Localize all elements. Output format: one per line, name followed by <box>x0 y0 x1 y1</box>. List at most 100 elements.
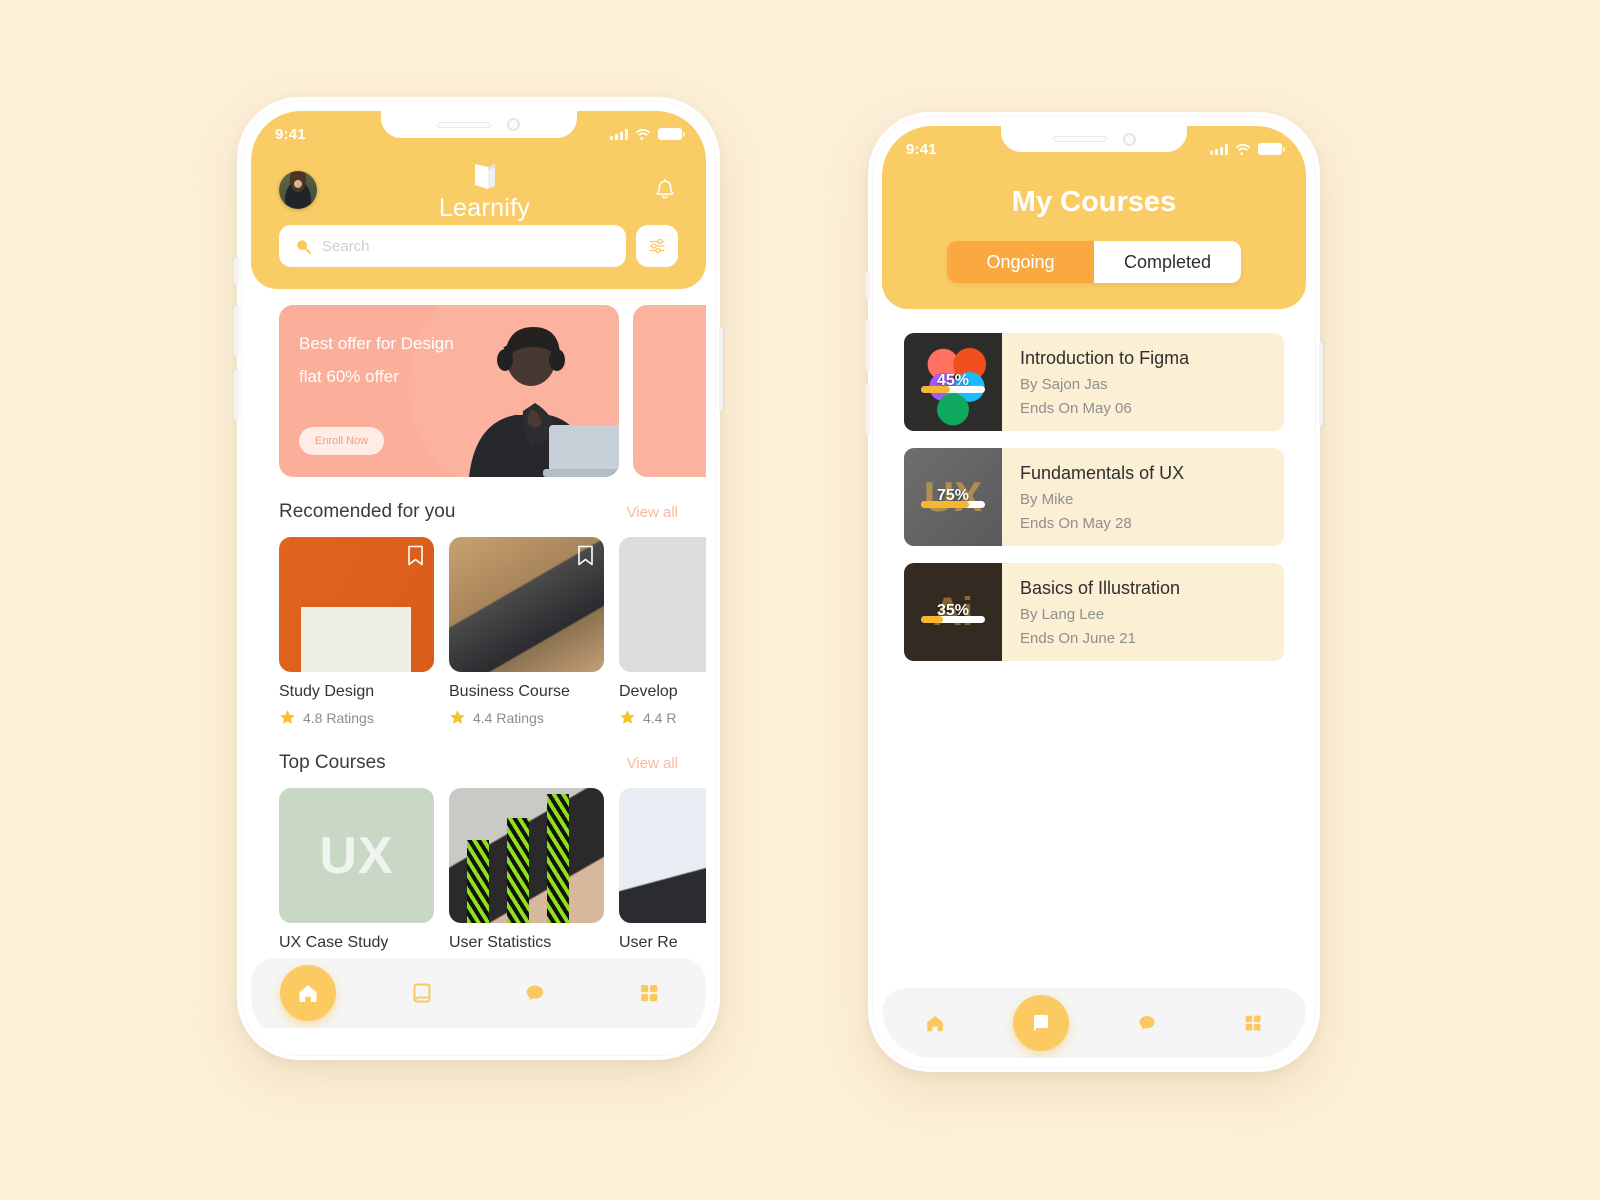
bell-icon[interactable] <box>652 177 678 203</box>
search-box[interactable] <box>279 225 626 267</box>
ux-thumb-label: UX <box>319 826 394 885</box>
course-info: Introduction to Figma By Sajon Jas Ends … <box>1002 333 1207 431</box>
recommended-view-all[interactable]: View all <box>627 504 678 521</box>
phone2-bottom-nav[interactable] <box>882 988 1306 1058</box>
phone2-screen: 9:41 My Courses Ongoing Completed 45% In… <box>882 126 1306 1058</box>
list-item[interactable]: 45% Introduction to Figma By Sajon Jas E… <box>904 333 1284 431</box>
course-title: User Statistics <box>449 934 552 951</box>
phone1-volume-down-button[interactable] <box>234 369 238 421</box>
course-card[interactable]: User Statistics <box>449 788 604 952</box>
filter-button[interactable] <box>636 225 678 267</box>
chat-bubble-icon <box>527 985 544 1000</box>
progress-bar <box>921 501 985 508</box>
promo-banner[interactable]: Best offer for Design flat 60% offer Enr… <box>279 305 619 477</box>
nav-home[interactable] <box>279 965 336 1021</box>
front-camera <box>507 118 520 131</box>
phone1-content[interactable]: Best offer for Design flat 60% offer Enr… <box>251 289 706 1028</box>
course-rating-text: 4.4 Ratings <box>473 709 544 726</box>
tab-completed[interactable]: Completed <box>1094 241 1241 283</box>
promo-line-1: Best offer for Design <box>299 334 454 353</box>
search-row <box>279 225 678 267</box>
brand: Learnify <box>439 162 530 223</box>
bookmark-icon[interactable] <box>407 545 424 566</box>
phone2-mute-button[interactable] <box>865 272 869 300</box>
nav-chat[interactable] <box>507 965 563 1021</box>
tab-ongoing[interactable]: Ongoing <box>947 241 1094 283</box>
star-icon <box>450 710 465 724</box>
course-card[interactable]: Business Course 4.4 Ratings <box>449 537 604 726</box>
course-info: Fundamentals of UX By Mike Ends On May 2… <box>1002 448 1202 546</box>
phone2-notch <box>1001 126 1187 152</box>
phone1-bottom-nav[interactable] <box>251 958 706 1028</box>
grid-icon <box>641 985 658 1002</box>
book-icon <box>413 983 431 1003</box>
phone1-notch <box>380 111 577 138</box>
course-thumbnail-study-design <box>279 537 434 672</box>
progress-bar <box>921 616 985 623</box>
search-icon <box>297 239 312 254</box>
search-input[interactable] <box>322 237 610 255</box>
enroll-now-button[interactable]: Enroll Now <box>299 427 385 455</box>
phone1-mute-button[interactable] <box>234 257 238 285</box>
course-rating: 4.4 Ratings <box>449 709 604 726</box>
page-title: My Courses <box>1011 186 1177 218</box>
phone2-content: 45% Introduction to Figma By Sajon Jas E… <box>882 309 1306 1029</box>
phone1-volume-up-button[interactable] <box>234 305 238 357</box>
phone1-screen: 9:41 Learnify Search Best offer for Desi… <box>251 111 706 1046</box>
top-courses-title: Top Courses <box>279 752 386 773</box>
wifi-icon <box>1236 143 1250 155</box>
recommended-list[interactable]: Study Design 4.8 Ratings Business Course <box>251 537 706 726</box>
star-icon <box>620 710 635 724</box>
nav-grid[interactable] <box>621 965 677 1021</box>
course-thumbnail-ux-case-study: UX <box>279 788 434 923</box>
phone2-volume-up-button[interactable] <box>865 320 869 372</box>
phone2-power-button[interactable] <box>1319 342 1323 426</box>
avatar[interactable] <box>279 171 317 209</box>
earpiece-speaker <box>437 121 491 128</box>
course-title: Basics of Illustration <box>1020 577 1181 598</box>
course-card[interactable]: Develop 4.4 R <box>619 537 706 726</box>
course-end-date: Ends On May 06 <box>1020 399 1132 417</box>
nav-home[interactable] <box>907 995 963 1051</box>
brand-name: Learnify <box>438 193 531 222</box>
course-author: By Lang Lee <box>1020 605 1105 623</box>
course-title: Business Course <box>449 683 570 700</box>
course-author: By Sajon Jas <box>1020 375 1108 393</box>
course-author: By Mike <box>1020 490 1074 508</box>
nav-courses[interactable] <box>394 965 450 1021</box>
list-item[interactable]: 35% Basics of Illustration By Lang Lee E… <box>904 563 1284 661</box>
course-thumbnail-business-course <box>449 537 604 672</box>
nav-grid[interactable] <box>1225 995 1281 1051</box>
nav-chat[interactable] <box>1119 995 1175 1051</box>
course-rating: 4.4 R <box>619 709 706 726</box>
course-rating-text: 4.8 Ratings <box>303 709 374 726</box>
course-title: Fundamentals of UX <box>1020 462 1185 483</box>
earpiece-speaker <box>1052 136 1107 142</box>
bookmark-icon[interactable] <box>577 545 594 566</box>
phone1-power-button[interactable] <box>719 327 723 411</box>
course-title: Develop <box>619 683 678 700</box>
course-card[interactable]: UX UX Case Study <box>279 788 434 952</box>
course-card[interactable]: User Re <box>619 788 706 952</box>
status-icons <box>1210 143 1285 155</box>
list-item[interactable]: 75% Fundamentals of UX By Mike Ends On M… <box>904 448 1284 546</box>
phone2-volume-down-button[interactable] <box>865 384 869 436</box>
course-card[interactable]: Study Design 4.8 Ratings <box>279 537 434 726</box>
promo-carousel[interactable]: Best offer for Design flat 60% offer Enr… <box>251 305 706 477</box>
course-rating: 4.8 Ratings <box>279 709 434 726</box>
recommended-header: Recomended for you View all <box>251 501 706 523</box>
course-title: Study Design <box>279 683 375 700</box>
nav-courses[interactable] <box>1013 995 1069 1051</box>
grid-icon <box>1245 1015 1261 1031</box>
book-icon <box>1034 1015 1048 1031</box>
course-title: Introduction to Figma <box>1020 347 1190 368</box>
course-rating-text: 4.4 R <box>643 709 677 726</box>
front-camera <box>1122 132 1136 146</box>
top-courses-view-all[interactable]: View all <box>627 755 678 772</box>
course-status-tabs[interactable]: Ongoing Completed <box>947 241 1241 283</box>
book-logo-icon <box>474 163 495 189</box>
course-thumbnail-ux: 75% <box>904 448 1002 546</box>
progress-bar <box>921 386 985 393</box>
top-courses-list[interactable]: UX UX Case Study User Statistics User Re <box>251 788 706 952</box>
promo-banner-next[interactable] <box>633 305 706 477</box>
